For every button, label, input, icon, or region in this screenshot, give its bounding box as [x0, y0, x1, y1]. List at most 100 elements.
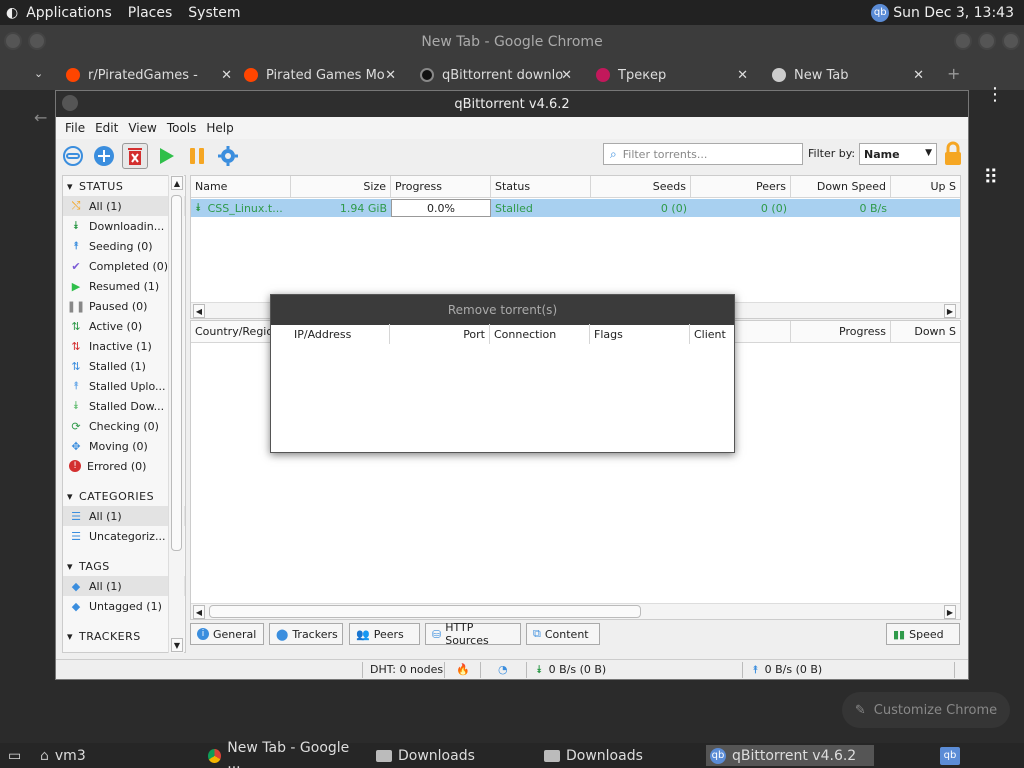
options-button[interactable] — [215, 143, 241, 169]
tab-search-icon[interactable]: ⌄ — [34, 67, 43, 80]
chrome-menu-icon[interactable]: ⋮ — [986, 84, 1004, 105]
status-stalled[interactable]: ⇅ Stalled (1) — [63, 356, 185, 376]
filter-torrents-input[interactable]: ⌕ Filter torrents... — [603, 143, 803, 165]
pause-button[interactable] — [184, 143, 210, 169]
status-downloading[interactable]: ⯯ Downloadin... — [63, 216, 185, 236]
tab-content[interactable]: ⧉ Content — [526, 623, 600, 645]
status-inactive[interactable]: ⇅ Inactive (1) — [63, 336, 185, 356]
scroll-left-icon[interactable]: ◀ — [193, 605, 205, 619]
qbittorrent-tray-icon[interactable]: qb — [871, 3, 890, 22]
taskbar-item-downloads-2[interactable]: Downloads — [540, 745, 700, 766]
minimize-button[interactable] — [954, 32, 972, 50]
maximize-button[interactable] — [978, 32, 996, 50]
clock[interactable]: Sun Dec 3, 13:43 — [893, 5, 1014, 21]
back-arrow-icon[interactable]: ← — [34, 108, 47, 127]
column-up-speed[interactable]: Up S — [891, 176, 960, 198]
chrome-tab-4[interactable]: Трекер ✕ — [596, 62, 748, 88]
tab-peers[interactable]: 👥 Peers — [349, 623, 420, 645]
workspace-switcher[interactable]: qb — [936, 745, 964, 766]
column-peer-down-speed[interactable]: Down S — [891, 321, 960, 343]
tab-general[interactable]: i General — [190, 623, 264, 645]
close-window-button[interactable] — [1002, 32, 1020, 50]
customize-chrome-button[interactable]: ✎ Customize Chrome — [842, 692, 1010, 728]
speed-limit-icon[interactable]: ◔ — [498, 663, 508, 676]
close-tab-icon[interactable]: ✕ — [385, 68, 396, 83]
category-uncategorized[interactable]: ☰ Uncategoriz... — [63, 526, 185, 546]
window-menu-button[interactable] — [62, 95, 78, 111]
status-resumed[interactable]: ▶ Resumed (1) — [63, 276, 185, 296]
lock-icon[interactable] — [942, 141, 964, 170]
scroll-right-icon[interactable]: ▶ — [944, 605, 956, 619]
trackers-section-header[interactable]: ▾ TRACKERS — [63, 626, 185, 646]
taskbar-item-vm3[interactable]: ⌂ vm3 — [36, 745, 196, 766]
remove-torrent-button[interactable] — [122, 143, 148, 169]
menu-edit[interactable]: Edit — [90, 121, 123, 135]
window-menu-button-2[interactable] — [28, 32, 46, 50]
close-tab-icon[interactable]: ✕ — [913, 68, 924, 83]
menu-file[interactable]: File — [60, 121, 90, 135]
upload-speed-status[interactable]: ⯭ 0 B/s (0 B) — [752, 663, 822, 677]
status-stalled-downloading[interactable]: ⯯ Stalled Dow... — [63, 396, 185, 416]
firewall-icon[interactable]: 🔥 — [456, 663, 470, 676]
peers-list-hscrollbar[interactable]: ◀ ▶ — [191, 603, 960, 619]
scroll-down-icon[interactable]: ▼ — [171, 638, 183, 652]
sidebar-scroll-thumb[interactable] — [171, 195, 182, 551]
tag-all[interactable]: ◆ All (1) — [63, 576, 185, 596]
categories-section-header[interactable]: ▾ CATEGORIES — [63, 486, 185, 506]
speed-button[interactable]: ▮▮ Speed — [886, 623, 960, 645]
status-all[interactable]: ⤭ All (1) — [63, 196, 185, 216]
add-torrent-file-button[interactable] — [91, 143, 117, 169]
menu-tools[interactable]: Tools — [162, 121, 202, 135]
column-progress[interactable]: Progress — [391, 176, 491, 198]
column-peers[interactable]: Peers — [691, 176, 791, 198]
column-down-speed[interactable]: Down Speed — [791, 176, 891, 198]
filter-by-select[interactable]: Name ▼ — [859, 143, 937, 165]
column-name[interactable]: Name — [191, 176, 291, 198]
apps-grid-icon[interactable]: ⠿ — [983, 165, 998, 189]
close-tab-icon[interactable]: ✕ — [737, 68, 748, 83]
gnome-logo-icon[interactable]: ◐ — [0, 5, 18, 21]
status-seeding[interactable]: ⯭ Seeding (0) — [63, 236, 185, 256]
tag-untagged[interactable]: ◆ Untagged (1) — [63, 596, 185, 616]
torrent-row[interactable]: ⯯ CSS_Linux.t... 1.94 GiB 0.0% Stalled 0… — [191, 199, 960, 217]
status-completed[interactable]: ✔ Completed (0) — [63, 256, 185, 276]
status-stalled-uploading[interactable]: ⯭ Stalled Uplo... — [63, 376, 185, 396]
scroll-up-icon[interactable]: ▲ — [171, 176, 183, 190]
column-peer-progress[interactable]: Progress — [791, 321, 891, 343]
tags-section-header[interactable]: ▾ TAGS — [63, 556, 185, 576]
status-section-header[interactable]: ▾ STATUS — [63, 176, 185, 196]
menu-places[interactable]: Places — [120, 5, 181, 21]
category-all[interactable]: ☰ All (1) — [63, 506, 185, 526]
status-paused[interactable]: ❚❚ Paused (0) — [63, 296, 185, 316]
chrome-tab-5[interactable]: New Tab ✕ — [772, 62, 924, 88]
taskbar-item-qbittorrent[interactable]: qb qBittorrent v4.6.2 — [706, 745, 874, 766]
menu-help[interactable]: Help — [201, 121, 238, 135]
peers-scroll-thumb[interactable] — [209, 605, 641, 618]
scroll-left-icon[interactable]: ◀ — [193, 304, 205, 318]
status-active[interactable]: ⇅ Active (0) — [63, 316, 185, 336]
column-size[interactable]: Size — [291, 176, 391, 198]
chrome-tab-3[interactable]: qBittorrent downlo ✕ — [420, 62, 572, 88]
column-seeds[interactable]: Seeds — [591, 176, 691, 198]
resume-button[interactable] — [153, 143, 179, 169]
menu-view[interactable]: View — [123, 121, 161, 135]
chrome-tab-1[interactable]: r/PiratedGames - ✕ — [66, 62, 232, 88]
status-checking[interactable]: ⟳ Checking (0) — [63, 416, 185, 436]
taskbar-item-downloads-1[interactable]: Downloads — [372, 745, 532, 766]
status-moving[interactable]: ✥ Moving (0) — [63, 436, 185, 456]
status-errored[interactable]: ! Errored (0) — [63, 456, 185, 476]
tab-trackers[interactable]: ⬤ Trackers — [269, 623, 343, 645]
chrome-tab-2[interactable]: Pirated Games Mo ✕ — [244, 62, 396, 88]
column-status[interactable]: Status — [491, 176, 591, 198]
taskbar-item-chrome[interactable]: New Tab - Google ... — [204, 740, 364, 768]
show-desktop-button[interactable]: ▭ — [4, 745, 25, 766]
download-speed-status[interactable]: ⯯ 0 B/s (0 B) — [536, 663, 606, 677]
add-torrent-link-button[interactable] — [60, 143, 86, 169]
close-tab-icon[interactable]: ✕ — [221, 68, 232, 83]
window-menu-button[interactable] — [4, 32, 22, 50]
menu-system[interactable]: System — [180, 5, 248, 21]
menu-applications[interactable]: Applications — [18, 5, 120, 21]
sidebar-scrollbar[interactable]: ▲ ▼ — [168, 175, 184, 653]
close-tab-icon[interactable]: ✕ — [561, 68, 572, 83]
scroll-right-icon[interactable]: ▶ — [944, 304, 956, 318]
